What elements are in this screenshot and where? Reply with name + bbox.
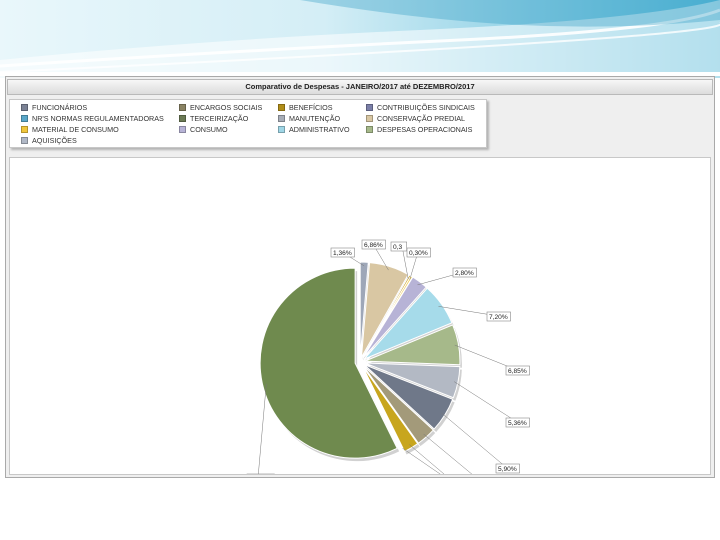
plot-area: 1,36% 6,86% 0,3 0,30% 2,80% 7,20% 6,85% 5,36% 5,… — [9, 157, 711, 475]
legend-label: FUNCIONÁRIOS — [32, 103, 88, 112]
slice-label-leader — [454, 381, 518, 423]
chart-panel: Comparativo de Despesas - JANEIRO/2017 a… — [5, 76, 715, 478]
slice-label: 5,90% — [495, 463, 520, 474]
legend-swatch — [366, 104, 373, 111]
legend-item: NR'S NORMAS REGULAMENTADORAS — [21, 114, 164, 124]
legend-swatch — [21, 126, 28, 133]
legend-item: BENEFÍCIOS — [278, 103, 333, 113]
chart-title: Comparativo de Despesas - JANEIRO/2017 a… — [7, 79, 713, 95]
slice-label-leader — [258, 383, 267, 474]
legend-item: ENCARGOS SOCIAIS — [179, 103, 262, 113]
legend-swatch — [179, 126, 186, 133]
legend-item: CONTRIBUIÇÕES SINDICAIS — [366, 103, 475, 113]
legend-item: AQUISIÇÕES — [21, 136, 77, 146]
legend-item: FUNCIONÁRIOS — [21, 103, 87, 113]
slice-label: 6,86% — [361, 239, 386, 250]
slice-label-text: 0,3 — [393, 244, 402, 251]
slice-label-leader — [423, 433, 473, 474]
slice-label-text: 7,20% — [489, 314, 508, 321]
slice-label-text: 2,80% — [455, 270, 474, 277]
decorative-banner — [0, 0, 720, 78]
legend-label: MANUTENÇÃO — [289, 114, 341, 123]
legend-swatch — [278, 115, 285, 122]
slice-label-text: 0,30% — [409, 250, 428, 257]
slice-label-text: 5,90% — [498, 466, 517, 473]
legend-item: CONSERVAÇÃO PREDIAL — [366, 114, 465, 124]
legend-label: CONTRIBUIÇÕES SINDICAIS — [377, 103, 475, 112]
legend-item: TERCEIRIZAÇÃO — [179, 114, 248, 124]
slice-label: 7,20% — [486, 311, 511, 322]
legend-swatch — [278, 104, 285, 111]
slice-label: 5,36% — [505, 417, 530, 428]
legend-swatch — [21, 104, 28, 111]
legend-label: ADMINISTRATIVO — [289, 125, 350, 134]
chart-legend: FUNCIONÁRIOS ENCARGOS SOCIAIS BENEFÍCIOS CO… — [9, 99, 487, 148]
legend-item: MATERIAL DE CONSUMO — [21, 125, 119, 135]
slice-label-text: 5,36% — [508, 420, 527, 427]
slice-label: 6,85% — [505, 365, 530, 376]
slice-label: 1,36% — [330, 247, 355, 258]
legend-label: CONSERVAÇÃO PREDIAL — [377, 114, 466, 123]
slice-label: 2,80% — [452, 267, 477, 278]
slice-label: 0,3 — [390, 241, 407, 252]
legend-swatch — [179, 104, 186, 111]
legend-swatch — [179, 115, 186, 122]
slice-label-text: 1,36% — [333, 250, 352, 257]
legend-swatch — [278, 126, 285, 133]
legend-label: TERCEIRIZAÇÃO — [190, 114, 249, 123]
legend-label: DESPESAS OPERACIONAIS — [377, 125, 473, 134]
legend-item: CONSUMO — [179, 125, 228, 135]
legend-swatch — [366, 126, 373, 133]
slice-label: 0,30% — [406, 247, 431, 258]
pie-chart: 1,36% 6,86% 0,3 0,30% 2,80% 7,20% 6,85% 5,36% 5,… — [246, 239, 530, 474]
slice-label-text: 6,86% — [364, 242, 383, 249]
legend-swatch — [21, 137, 28, 144]
legend-label: ENCARGOS SOCIAIS — [190, 103, 263, 112]
legend-label: NR'S NORMAS REGULAMENTADORAS — [32, 114, 164, 123]
slice-label-leader — [409, 444, 445, 474]
legend-label: BENEFÍCIOS — [289, 103, 333, 112]
legend-label: AQUISIÇÕES — [32, 136, 77, 145]
legend-label: CONSUMO — [190, 125, 228, 134]
legend-item: ADMINISTRATIVO — [278, 125, 350, 135]
legend-label: MATERIAL DE CONSUMO — [32, 125, 119, 134]
legend-item: MANUTENÇÃO — [278, 114, 340, 124]
slice-label-leader — [441, 412, 508, 469]
legend-swatch — [21, 115, 28, 122]
legend-item: DESPESAS OPERACIONAIS — [366, 125, 472, 135]
legend-swatch — [366, 115, 373, 122]
slice-label-text: 6,85% — [508, 368, 527, 375]
